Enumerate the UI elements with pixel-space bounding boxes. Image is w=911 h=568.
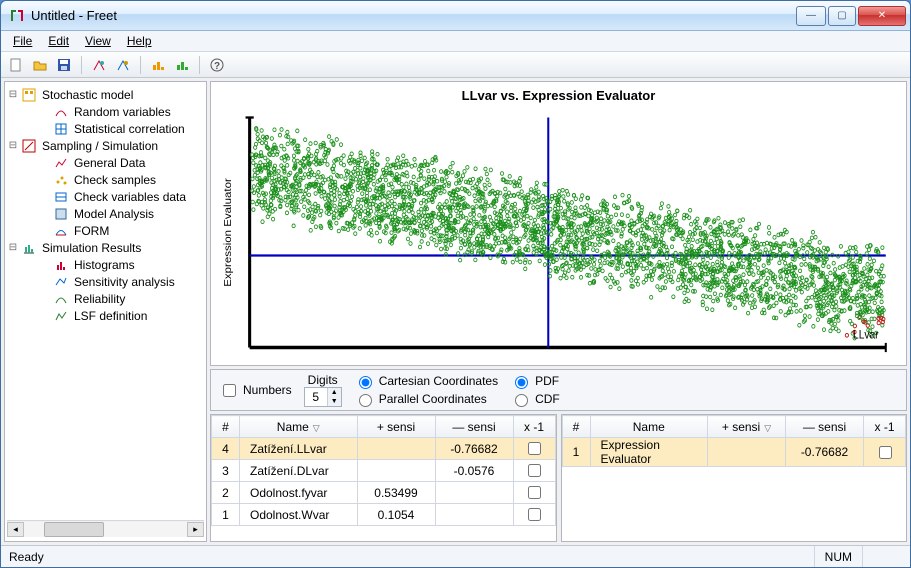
col-idx[interactable]: # <box>562 416 590 438</box>
tool-a[interactable] <box>88 54 110 76</box>
tree-sampling[interactable]: ⊟Sampling / Simulation <box>7 137 204 154</box>
xneg-checkbox[interactable] <box>528 486 541 499</box>
form-icon <box>53 223 69 239</box>
col-msensi[interactable]: — sensi <box>786 416 864 438</box>
svg-text:?: ? <box>214 61 220 72</box>
tool-c[interactable] <box>147 54 169 76</box>
tree-reliability[interactable]: Reliability <box>7 290 204 307</box>
tree-histograms[interactable]: Histograms <box>7 256 204 273</box>
right-table[interactable]: # Name + sensi▽ — sensi x -1 1Expression… <box>561 414 908 542</box>
table-row[interactable]: 1Odolnost.Wvar0.1054 <box>212 504 556 526</box>
menu-help[interactable]: Help <box>119 32 160 50</box>
col-xneg[interactable]: x -1 <box>864 416 906 438</box>
sensitivity-icon <box>53 274 69 290</box>
tree-random-variables[interactable]: Random variables <box>7 103 204 120</box>
new-button[interactable] <box>5 54 27 76</box>
col-name[interactable]: Name▽ <box>240 416 358 438</box>
digits-label: Digits <box>308 373 338 387</box>
col-idx[interactable]: # <box>212 416 240 438</box>
digits-input[interactable] <box>305 388 327 406</box>
tree-sensitivity-analysis[interactable]: Sensitivity analysis <box>7 273 204 290</box>
col-xneg[interactable]: x -1 <box>513 416 555 438</box>
x-axis-label: LLvar <box>853 329 879 342</box>
menu-edit[interactable]: Edit <box>40 32 77 50</box>
grid-icon <box>53 121 69 137</box>
chart-area[interactable]: Expression Evaluator LLvar <box>221 106 896 359</box>
sampling-icon <box>21 138 37 154</box>
scroll-right-icon[interactable]: ▸ <box>187 522 204 537</box>
menu-file[interactable]: File <box>5 32 40 50</box>
sidebar: ⊟Stochastic model Random variables Stati… <box>4 81 207 542</box>
spin-down-icon[interactable]: ▼ <box>327 397 341 406</box>
numbers-checkbox[interactable]: Numbers <box>219 381 292 400</box>
samples-icon <box>53 172 69 188</box>
tree-statistical-correlation[interactable]: Statistical correlation <box>7 120 204 137</box>
options-bar: Numbers Digits ▲▼ Cartesian Coordinates … <box>210 369 907 411</box>
status-ready: Ready <box>9 550 44 564</box>
reliability-icon <box>53 291 69 307</box>
menubar: File Edit View Help <box>1 31 910 52</box>
pdf-radio[interactable]: PDF <box>510 373 560 389</box>
tree-lsf-definition[interactable]: LSF definition <box>7 307 204 324</box>
open-button[interactable] <box>29 54 51 76</box>
table-row[interactable]: 3Zatížení.DLvar-0.0576 <box>212 460 556 482</box>
col-name[interactable]: Name <box>590 416 708 438</box>
menu-view[interactable]: View <box>77 32 119 50</box>
digits-spinner[interactable]: ▲▼ <box>304 387 342 407</box>
tree-model-analysis[interactable]: Model Analysis <box>7 205 204 222</box>
left-table[interactable]: # Name▽ + sensi — sensi x -1 4Zatížení.L… <box>210 414 557 542</box>
col-psensi[interactable]: + sensi <box>357 416 435 438</box>
toolbar: ? <box>1 52 910 78</box>
bell-icon <box>53 104 69 120</box>
tree-check-variables-data[interactable]: Check variables data <box>7 188 204 205</box>
lsf-icon <box>53 308 69 324</box>
window-title: Untitled - Freet <box>31 8 796 23</box>
tool-d[interactable] <box>171 54 193 76</box>
table-row[interactable]: 1Expression Evaluator-0.76682 <box>562 438 906 467</box>
tree-root[interactable]: ⊟Stochastic model <box>7 86 204 103</box>
col-psensi[interactable]: + sensi▽ <box>708 416 786 438</box>
line-icon <box>53 155 69 171</box>
scroll-left-icon[interactable]: ◂ <box>7 522 24 537</box>
model-icon <box>21 87 37 103</box>
xneg-checkbox[interactable] <box>528 442 541 455</box>
minimize-button[interactable]: — <box>796 6 826 26</box>
app-icon <box>9 8 25 24</box>
tree-general-data[interactable]: General Data <box>7 154 204 171</box>
close-button[interactable]: ✕ <box>858 6 906 26</box>
chart-title: LLvar vs. Expression Evaluator <box>221 88 896 106</box>
analysis-icon <box>53 206 69 222</box>
results-icon <box>21 240 37 256</box>
cartesian-radio[interactable]: Cartesian Coordinates <box>354 373 498 389</box>
y-axis-label: Expression Evaluator <box>223 178 234 287</box>
tool-b[interactable] <box>112 54 134 76</box>
parallel-radio[interactable]: Parallel Coordinates <box>354 391 498 407</box>
xneg-checkbox[interactable] <box>528 508 541 521</box>
table-row[interactable]: 2Odolnost.fyvar0.53499 <box>212 482 556 504</box>
help-button[interactable]: ? <box>206 54 228 76</box>
tree-form[interactable]: FORM <box>7 222 204 239</box>
chart-panel: LLvar vs. Expression Evaluator Expressio… <box>210 81 907 366</box>
table-row[interactable]: 4Zatížení.LLvar-0.76682 <box>212 438 556 460</box>
spin-up-icon[interactable]: ▲ <box>327 388 341 397</box>
xneg-checkbox[interactable] <box>879 446 892 459</box>
statusbar: Ready NUM <box>1 545 910 567</box>
tree[interactable]: ⊟Stochastic model Random variables Stati… <box>7 86 204 520</box>
xneg-checkbox[interactable] <box>528 464 541 477</box>
cdf-radio[interactable]: CDF <box>510 391 560 407</box>
histogram-icon <box>53 257 69 273</box>
tree-check-samples[interactable]: Check samples <box>7 171 204 188</box>
vars-icon <box>53 189 69 205</box>
save-button[interactable] <box>53 54 75 76</box>
tree-simulation-results[interactable]: ⊟Simulation Results <box>7 239 204 256</box>
col-msensi[interactable]: — sensi <box>435 416 513 438</box>
sidebar-hscroll[interactable]: ◂ ▸ <box>7 520 204 537</box>
status-num: NUM <box>814 546 862 567</box>
maximize-button[interactable]: ▢ <box>828 6 856 26</box>
titlebar: Untitled - Freet — ▢ ✕ <box>1 1 910 31</box>
